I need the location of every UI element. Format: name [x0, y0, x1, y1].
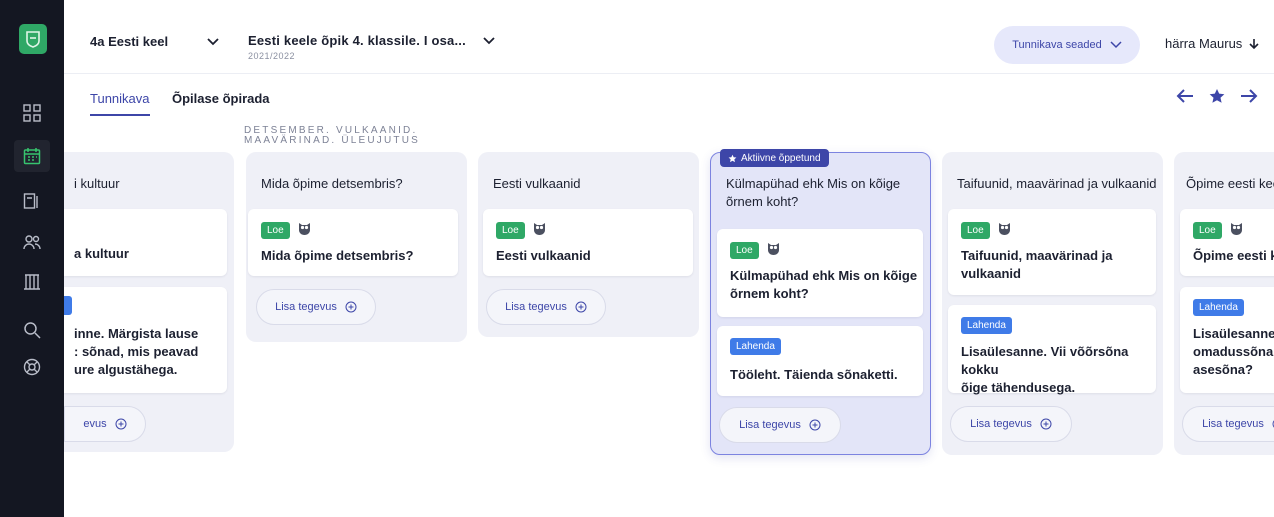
chevron-down-icon[interactable] [206, 34, 220, 52]
active-lesson-badge: Aktiivne õppetund [720, 149, 829, 167]
lesson-title: Eesti vulkaanid [493, 176, 581, 191]
activity-card[interactable]: Lahenda Tööleht. Täienda sõnaketti. [717, 326, 923, 396]
lesson-column: Taifuunid, maavärinad ja vulkaanid Loe T… [942, 152, 1163, 455]
activity-text: Külmapühad ehk Mis on kõige õrnem koht? [730, 268, 918, 301]
settings-label: Tunnikava seaded [1012, 39, 1102, 51]
dashboard-icon[interactable] [20, 101, 44, 125]
owl-icon [1230, 221, 1243, 240]
activity-card[interactable]: Loe Õpime eesti ke [1180, 209, 1274, 276]
lesson-title: Taifuunid, maavärinad ja vulkaanid [957, 176, 1157, 191]
add-activity-button[interactable]: Lisa tegevus [719, 407, 841, 443]
activity-text: Tööleht. Täienda sõnaketti. [730, 367, 898, 382]
plus-circle-icon [809, 419, 821, 431]
lesson-title: i kultuur [74, 176, 120, 191]
plus-circle-icon [575, 301, 587, 313]
lesson-column: Mida õpime detsembris? Loe Mida õpime de… [246, 152, 467, 342]
tag-badge: Loe [1193, 222, 1222, 239]
tag-badge: Loe [261, 222, 290, 239]
activity-card[interactable]: inne. Märgista lause : sõnad, mis peavad… [64, 287, 227, 393]
lesson-column: Eesti vulkaanid Loe Eesti vulkaanid Lisa… [478, 152, 699, 337]
logo-icon[interactable] [19, 24, 47, 54]
lesson-title: Mida õpime detsembris? [261, 176, 403, 191]
book-icon[interactable] [20, 189, 44, 213]
add-activity-button[interactable]: Lisa tegevus [486, 289, 606, 325]
user-menu[interactable]: härra Maurus [1165, 36, 1260, 51]
lesson-column: Õpime eesti kee Loe Õpime eesti ke Lahen… [1174, 152, 1274, 455]
tag-badge: Lahenda [730, 338, 781, 355]
activity-text: inne. Märgista lause : sõnad, mis peavad… [74, 326, 199, 377]
tag-badge: Lahenda [1193, 299, 1244, 316]
add-activity-button[interactable]: evus [64, 406, 146, 442]
owl-icon [298, 221, 311, 240]
sidebar [0, 0, 64, 517]
book-year: 2021/2022 [248, 51, 296, 61]
activity-card[interactable]: Loe Külmapühad ehk Mis on kõige õrnem ko… [717, 229, 923, 317]
activity-text: Mida õpime detsembris? [261, 248, 414, 263]
arrow-left-icon[interactable] [1176, 88, 1194, 104]
book-selector[interactable]: Eesti keele õpik 4. klassile. I osa... [248, 33, 466, 48]
lesson-title: Külmapühad ehk Mis on kõige õrnem koht? [726, 176, 901, 209]
add-activity-button[interactable]: Lisa tegevus [1182, 406, 1274, 442]
help-icon[interactable] [20, 355, 44, 379]
users-icon[interactable] [20, 230, 44, 254]
tab-lesson-plan[interactable]: Tunnikava [90, 91, 150, 116]
activity-text: Taifuunid, maavärinad ja vulkaanid [961, 248, 1113, 281]
user-name: härra Maurus [1165, 36, 1243, 51]
plus-circle-icon [1040, 418, 1052, 430]
calendar-icon[interactable] [14, 140, 50, 172]
library-icon[interactable] [20, 270, 44, 294]
chevron-down-icon[interactable] [482, 33, 496, 51]
activity-text: Lisaülesanne. I omadussõna, a asesõna? [1193, 326, 1274, 377]
plus-circle-icon [345, 301, 357, 313]
top-bar: 4a Eesti keel Eesti keele õpik 4. klassi… [64, 0, 1274, 74]
tag-badge: Lahenda [961, 317, 1012, 334]
activity-text: Lisaülesanne. Vii võõrsõna kokku õige tä… [961, 344, 1129, 395]
owl-icon [767, 241, 780, 260]
plus-circle-icon [115, 418, 127, 430]
arrow-down-icon [1249, 38, 1259, 49]
section-label: DETSEMBER. VULKAANID. MAAVÄRINAD. ÜLEUJU… [244, 125, 421, 146]
add-activity-button[interactable]: Lisa tegevus [950, 406, 1072, 442]
lesson-column-active: Külmapühad ehk Mis on kõige õrnem koht? … [710, 152, 931, 455]
arrow-right-icon[interactable] [1240, 88, 1258, 104]
activity-text: Õpime eesti ke [1193, 248, 1274, 263]
board-navigation [1176, 88, 1258, 104]
activity-card[interactable]: a kultuur [64, 209, 227, 276]
activity-text: a kultuur [74, 246, 129, 261]
lesson-plan-settings-button[interactable]: Tunnikava seaded [994, 26, 1140, 64]
course-selector[interactable]: 4a Eesti keel [90, 34, 168, 49]
owl-icon [998, 221, 1011, 240]
owl-icon [533, 221, 546, 240]
star-icon[interactable] [1208, 88, 1226, 104]
tag-badge: Loe [496, 222, 525, 239]
lesson-title: Õpime eesti kee [1186, 176, 1274, 191]
search-icon[interactable] [20, 318, 44, 342]
tag-badge: Loe [730, 242, 759, 259]
tab-student-path[interactable]: Õpilase õpirada [172, 91, 270, 106]
activity-card[interactable]: Lahenda Lisaülesanne. I omadussõna, a as… [1180, 287, 1274, 393]
activity-card[interactable]: Loe Eesti vulkaanid [483, 209, 693, 276]
lesson-column: i kultuur a kultuur inne. Märgista lause… [64, 152, 234, 452]
activity-text: Eesti vulkaanid [496, 248, 591, 263]
tag-badge: Loe [961, 222, 990, 239]
chevron-down-icon [1110, 41, 1122, 49]
activity-card[interactable]: Loe Mida õpime detsembris? [248, 209, 458, 276]
activity-card[interactable]: Lahenda Lisaülesanne. Vii võõrsõna kokku… [948, 305, 1156, 395]
add-activity-button[interactable]: Lisa tegevus [256, 289, 376, 325]
tag-badge [64, 296, 72, 315]
star-icon [728, 154, 737, 162]
activity-card[interactable]: Loe Taifuunid, maavärinad ja vulkaanid [948, 209, 1156, 295]
